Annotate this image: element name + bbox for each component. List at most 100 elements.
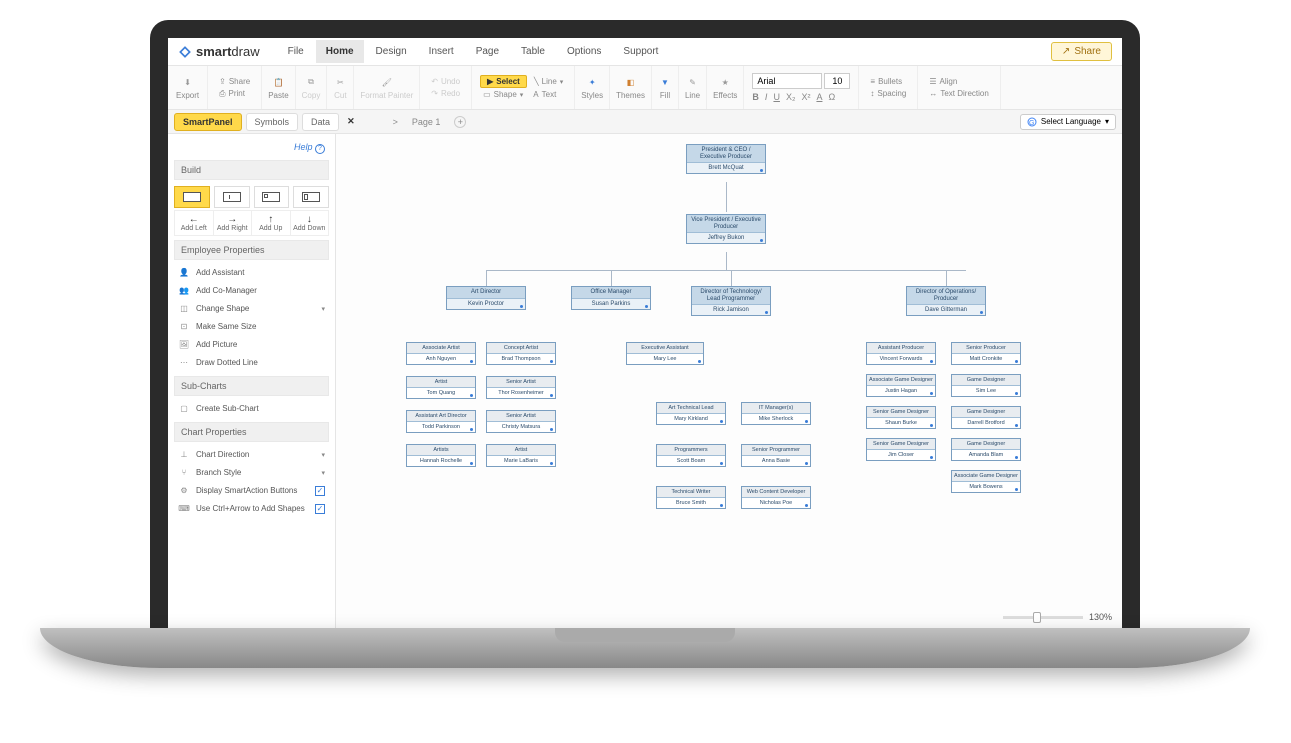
node-child[interactable]: Senior ProgrammerAnna Basie xyxy=(741,444,811,467)
node-child[interactable]: Senior Game DesignerShaun Burke xyxy=(866,406,936,429)
node-director-1[interactable]: Art DirectorKevin Proctor xyxy=(446,286,526,310)
node-director-3[interactable]: Director of Technology/ Lead ProgrammerR… xyxy=(691,286,771,316)
node-child[interactable]: ArtistTom Quang xyxy=(406,376,476,399)
add-left-button[interactable]: ←Add Left xyxy=(175,211,214,235)
menu-table[interactable]: Table xyxy=(511,40,555,63)
add-comanager-button[interactable]: 👥Add Co-Manager xyxy=(174,282,329,300)
fill-button[interactable]: ▼Fill xyxy=(658,75,672,100)
bullets-button[interactable]: ≡Bullets xyxy=(867,76,905,87)
node-child[interactable]: IT Manager(s)Mike Sherlock xyxy=(741,402,811,425)
font-family-input[interactable] xyxy=(752,73,822,89)
node-child[interactable]: Associate ArtistAnh Nguyen xyxy=(406,342,476,365)
help-link[interactable]: Help ? xyxy=(174,140,329,156)
underline-button[interactable]: U xyxy=(773,92,780,102)
branch-style-button[interactable]: ⑂Branch Style▾ xyxy=(174,464,329,482)
menu-insert[interactable]: Insert xyxy=(419,40,464,63)
superscript-button[interactable]: X² xyxy=(801,92,810,102)
shape-option-2[interactable] xyxy=(214,186,250,208)
node-child[interactable]: Senior ProducerMatt Cronkite xyxy=(951,342,1021,365)
change-shape-button[interactable]: ◫Change Shape▾ xyxy=(174,300,329,318)
themes-button[interactable]: ◧Themes xyxy=(616,75,645,100)
node-child[interactable]: Concept ArtistBrad Thompson xyxy=(486,342,556,365)
bold-button[interactable]: B xyxy=(752,92,759,102)
undo-button[interactable]: ↶Undo xyxy=(428,76,463,87)
export-button[interactable]: ⬇Export xyxy=(176,75,199,100)
paste-button[interactable]: 📋Paste xyxy=(268,75,288,100)
share-button[interactable]: ↗ Share xyxy=(1051,42,1112,61)
font-size-input[interactable] xyxy=(824,73,850,89)
same-size-button[interactable]: ⊡Make Same Size xyxy=(174,318,329,336)
shape-option-1[interactable] xyxy=(174,186,210,208)
node-child[interactable]: Art Technical LeadMary Kirkland xyxy=(656,402,726,425)
line-tool[interactable]: ╲Line▾ xyxy=(531,75,566,88)
add-down-button[interactable]: ↓Add Down xyxy=(291,211,329,235)
node-child[interactable]: Associate Game DesignerJustin Hagan xyxy=(866,374,936,397)
node-child[interactable]: Assistant Art DirectorTodd Parkinson xyxy=(406,410,476,433)
node-child[interactable]: Web Content DeveloperNicholas Poe xyxy=(741,486,811,509)
node-child[interactable]: Senior Game DesignerJim Closer xyxy=(866,438,936,461)
page-tab-1[interactable]: Page 1 xyxy=(412,117,441,127)
tab-symbols[interactable]: Symbols xyxy=(246,113,299,131)
smartaction-toggle[interactable]: ⚙Display SmartAction Buttons✓ xyxy=(174,482,329,500)
special-char-button[interactable]: Ω xyxy=(828,92,835,102)
tab-data[interactable]: Data xyxy=(302,113,339,131)
subscript-button[interactable]: X₂ xyxy=(786,92,796,102)
shape-option-3[interactable] xyxy=(254,186,290,208)
menu-file[interactable]: File xyxy=(278,40,314,63)
close-panel-button[interactable]: ✕ xyxy=(343,116,359,127)
add-page-button[interactable]: + xyxy=(454,116,466,128)
line-style-button[interactable]: ✎Line xyxy=(685,75,700,100)
language-selector[interactable]: G Select Language ▾ xyxy=(1020,114,1116,130)
text-direction-button[interactable]: ↔Text Direction xyxy=(926,88,991,99)
share-small-button[interactable]: ⇪Share xyxy=(216,76,253,87)
node-exec-assistant[interactable]: Executive AssistantMary Lee xyxy=(626,342,704,365)
copy-button[interactable]: ⧉Copy xyxy=(302,75,321,100)
node-child[interactable]: Game DesignerAmanda Blam xyxy=(951,438,1021,461)
redo-button[interactable]: ↷Redo xyxy=(428,88,463,99)
menu-design[interactable]: Design xyxy=(366,40,417,63)
format-painter-button[interactable]: 🖌Format Painter xyxy=(360,75,413,100)
select-tool[interactable]: ▶Select xyxy=(480,75,527,88)
node-child[interactable]: Associate Game DesignerMark Bowens xyxy=(951,470,1021,493)
canvas[interactable]: President & CEO / Executive Producer Bre… xyxy=(336,134,1122,628)
node-ceo[interactable]: President & CEO / Executive Producer Bre… xyxy=(686,144,766,174)
font-color-button[interactable]: A xyxy=(816,92,822,102)
node-child[interactable]: ArtistsHannah Rochelle xyxy=(406,444,476,467)
node-director-2[interactable]: Office ManagerSusan Parkins xyxy=(571,286,651,310)
node-child[interactable]: Senior ArtistChristy Matsura xyxy=(486,410,556,433)
italic-button[interactable]: I xyxy=(765,92,768,102)
shape-tool[interactable]: ▭Shape▾ xyxy=(480,89,526,100)
node-child[interactable]: Assistant ProducerVincent Forwards xyxy=(866,342,936,365)
shape-option-4[interactable] xyxy=(293,186,329,208)
add-picture-button[interactable]: 🖼Add Picture xyxy=(174,336,329,354)
node-child[interactable]: Technical WriterBruce Smith xyxy=(656,486,726,509)
print-button[interactable]: ⎙Print xyxy=(216,88,248,100)
menu-home[interactable]: Home xyxy=(316,40,364,63)
node-child[interactable]: Game DesignerDarrell Brotford xyxy=(951,406,1021,429)
add-assistant-button[interactable]: 👤Add Assistant xyxy=(174,264,329,282)
effects-button[interactable]: ★Effects xyxy=(713,75,737,100)
zoom-slider[interactable] xyxy=(1003,616,1083,619)
node-child[interactable]: Game DesignerSim Lee xyxy=(951,374,1021,397)
node-director-4[interactable]: Director of Operations/ ProducerDave Git… xyxy=(906,286,986,316)
styles-button[interactable]: ✦Styles xyxy=(581,75,603,100)
tab-smartpanel[interactable]: SmartPanel xyxy=(174,113,242,131)
chart-direction-button[interactable]: ⊥Chart Direction▾ xyxy=(174,446,329,464)
cut-button[interactable]: ✂Cut xyxy=(333,75,347,100)
node-vp[interactable]: Vice President / Executive Producer Jeff… xyxy=(686,214,766,244)
menu-page[interactable]: Page xyxy=(466,40,509,63)
menu-options[interactable]: Options xyxy=(557,40,611,63)
align-button[interactable]: ☰Align xyxy=(926,76,960,87)
ctrl-arrow-toggle[interactable]: ⌨Use Ctrl+Arrow to Add Shapes✓ xyxy=(174,500,329,518)
node-child[interactable]: ProgrammersScott Boam xyxy=(656,444,726,467)
menu-support[interactable]: Support xyxy=(613,40,668,63)
create-subchart-button[interactable]: ▢Create Sub-Chart xyxy=(174,400,329,418)
node-child[interactable]: Senior ArtistThor Rosenheimer xyxy=(486,376,556,399)
add-up-button[interactable]: ↑Add Up xyxy=(252,211,291,235)
spacing-button[interactable]: ↕Spacing xyxy=(867,88,909,99)
add-right-button[interactable]: →Add Right xyxy=(214,211,253,235)
text-tool[interactable]: AText xyxy=(530,89,559,100)
page-prev[interactable]: > xyxy=(393,117,398,127)
node-child[interactable]: ArtistMarie LaBaris xyxy=(486,444,556,467)
dotted-line-button[interactable]: ⋯Draw Dotted Line xyxy=(174,354,329,372)
